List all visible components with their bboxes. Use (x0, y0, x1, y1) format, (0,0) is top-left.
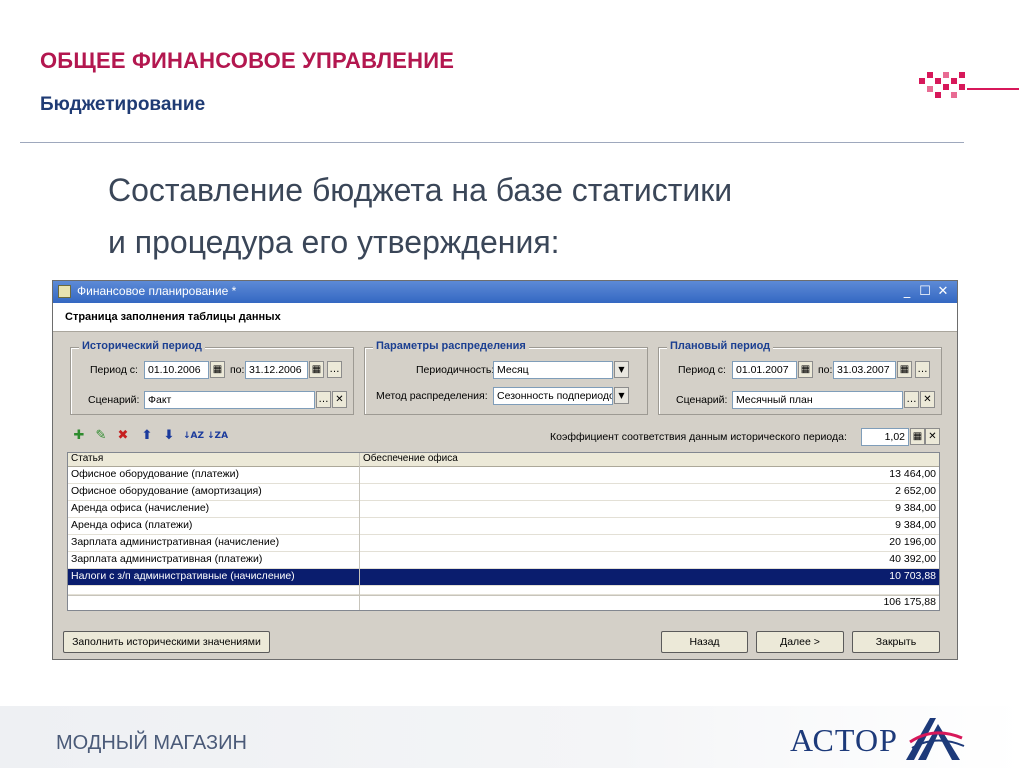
chevron-down-icon[interactable]: ▼ (614, 361, 629, 378)
pixel-pattern-logo (919, 72, 1019, 98)
maximize-icon[interactable]: ☐ (917, 284, 933, 300)
periodicity-select[interactable]: Месяц (493, 361, 613, 379)
calendar-icon[interactable]: ▦ (309, 361, 324, 378)
ellipsis-button[interactable]: … (316, 391, 331, 408)
cell-value: 20 196,00 (889, 536, 936, 548)
clear-icon[interactable]: ✕ (332, 391, 347, 408)
distribution-method-select[interactable]: Сезонность подпериодов (493, 387, 613, 405)
app-icon (58, 285, 71, 298)
planned-period-legend: Плановый период (667, 340, 774, 352)
brand-name: АСТОР (790, 722, 898, 758)
delete-row-icon[interactable]: ✖ (113, 427, 133, 445)
table-total-row: 106 175,88 (68, 595, 939, 610)
plan-period-from-label: Период с: (678, 364, 726, 376)
column-header-article[interactable]: Статья (71, 453, 103, 464)
table-row[interactable]: Аренда офиса (платежи) 9 384,00 (68, 518, 939, 535)
plan-period-to-label: по: (818, 364, 833, 376)
hist-period-to-label: по: (230, 364, 245, 376)
historical-period-group: Исторический период Период с: 01.10.2006… (70, 340, 354, 415)
distribution-params-legend: Параметры распределения (373, 340, 529, 352)
calculator-icon[interactable]: ▦ (910, 428, 925, 445)
table-row[interactable]: Зарплата административная (начисление) 2… (68, 535, 939, 552)
data-table: Статья Обеспечение офиса Офисное оборудо… (67, 452, 940, 611)
table-row-selected[interactable]: Налоги с з/п административные (начислени… (68, 569, 939, 586)
financial-planning-window: Финансовое планирование * _ ☐ ✕ Страница… (52, 280, 958, 660)
fill-history-button[interactable]: Заполнить историческими значениями (63, 631, 270, 653)
cell-value: 2 652,00 (895, 485, 936, 497)
planned-period-group: Плановый период Период с: 01.01.2007 ▦ п… (658, 340, 942, 415)
plan-period-to-field[interactable]: 31.03.2007 (833, 361, 896, 379)
calendar-icon[interactable]: ▦ (897, 361, 912, 378)
chevron-down-icon[interactable]: ▼ (614, 387, 629, 404)
slide-title: ОБЩЕЕ ФИНАНСОВОЕ УПРАВЛЕНИЕ (40, 48, 455, 73)
calendar-icon[interactable]: ▦ (798, 361, 813, 378)
cell-value: 40 392,00 (889, 553, 936, 565)
move-up-icon[interactable]: ⬆ (137, 427, 157, 445)
cell-value: 9 384,00 (895, 519, 936, 531)
distribution-method-label: Метод распределения: (376, 390, 488, 402)
coefficient-label: Коэффициент соответствия данным историче… (550, 431, 847, 443)
close-icon[interactable]: ✕ (935, 284, 951, 300)
column-header-office[interactable]: Обеспечение офиса (363, 453, 458, 464)
distribution-params-group: Параметры распределения Периодичность: М… (364, 340, 648, 415)
clear-icon[interactable]: ✕ (920, 391, 935, 408)
historical-period-legend: Исторический период (79, 340, 205, 352)
plan-scenario-label: Сценарий: (676, 394, 728, 406)
header-divider (20, 142, 964, 143)
add-row-icon[interactable]: ✚ (69, 427, 89, 445)
cell-article: Зарплата административная (начисление) (71, 536, 280, 548)
total-value: 106 175,88 (883, 596, 936, 608)
cell-value: 10 703,88 (889, 570, 936, 582)
coefficient-field[interactable]: 1,02 (861, 428, 909, 446)
hist-scenario-label: Сценарий: (88, 394, 140, 406)
edit-row-icon[interactable]: ✎ (91, 427, 111, 445)
table-row[interactable]: Аренда офиса (начисление) 9 384,00 (68, 501, 939, 518)
table-header: Статья Обеспечение офиса (68, 453, 939, 467)
next-button[interactable]: Далее > (756, 631, 844, 653)
table-row[interactable]: Офисное оборудование (амортизация) 2 652… (68, 484, 939, 501)
table-row[interactable]: Офисное оборудование (платежи) 13 464,00 (68, 467, 939, 484)
cell-article: Офисное оборудование (амортизация) (71, 485, 262, 497)
column-separator (359, 453, 360, 610)
sort-desc-icon[interactable]: ↓ZA (207, 427, 228, 445)
page-header: Страница заполнения таблицы данных (53, 303, 957, 332)
slide-body: Составление бюджета на базе статистики и… (108, 164, 732, 268)
ellipsis-button[interactable]: … (904, 391, 919, 408)
cell-value: 13 464,00 (889, 468, 936, 480)
footer-text: МОДНЫЙ МАГАЗИН (56, 732, 247, 754)
table-row[interactable]: Зарплата административная (платежи) 40 3… (68, 552, 939, 569)
plan-period-from-field[interactable]: 01.01.2007 (732, 361, 797, 379)
page-title: Страница заполнения таблицы данных (65, 311, 281, 323)
calendar-icon[interactable]: ▦ (210, 361, 225, 378)
cell-article: Офисное оборудование (платежи) (71, 468, 240, 480)
hist-period-from-label: Период с: (90, 364, 138, 376)
slide-subtitle: Бюджетирование (40, 94, 206, 115)
cell-value: 9 384,00 (895, 502, 936, 514)
close-button[interactable]: Закрыть (852, 631, 940, 653)
hist-period-to-field[interactable]: 31.12.2006 (245, 361, 308, 379)
astor-logo-icon (906, 718, 965, 760)
hist-period-from-field[interactable]: 01.10.2006 (144, 361, 209, 379)
ellipsis-button[interactable]: … (915, 361, 930, 378)
minimize-icon[interactable]: _ (899, 284, 915, 300)
body-line-1: Составление бюджета на базе статистики (108, 172, 733, 208)
cell-article: Зарплата административная (платежи) (71, 553, 263, 565)
body-line-2: и процедура его утверждения: (108, 224, 560, 260)
move-down-icon[interactable]: ⬇ (159, 427, 179, 445)
ellipsis-button[interactable]: … (327, 361, 342, 378)
back-button[interactable]: Назад (661, 631, 748, 653)
slide-footer: МОДНЫЙ МАГАЗИН АСТОР (0, 706, 1024, 768)
window-title: Финансовое планирование * (77, 284, 237, 298)
window-titlebar[interactable]: Финансовое планирование * _ ☐ ✕ (53, 281, 957, 303)
plan-scenario-field[interactable]: Месячный план (732, 391, 903, 409)
clear-icon[interactable]: ✕ (925, 428, 940, 445)
cell-article: Аренда офиса (начисление) (71, 502, 210, 514)
cell-article: Налоги с з/п административные (начислени… (71, 570, 295, 582)
hist-scenario-field[interactable]: Факт (144, 391, 315, 409)
sort-asc-icon[interactable]: ↓AZ (183, 427, 204, 445)
cell-article: Аренда офиса (платежи) (71, 519, 193, 531)
periodicity-label: Периодичность: (416, 364, 495, 376)
table-row-empty[interactable] (68, 586, 939, 595)
